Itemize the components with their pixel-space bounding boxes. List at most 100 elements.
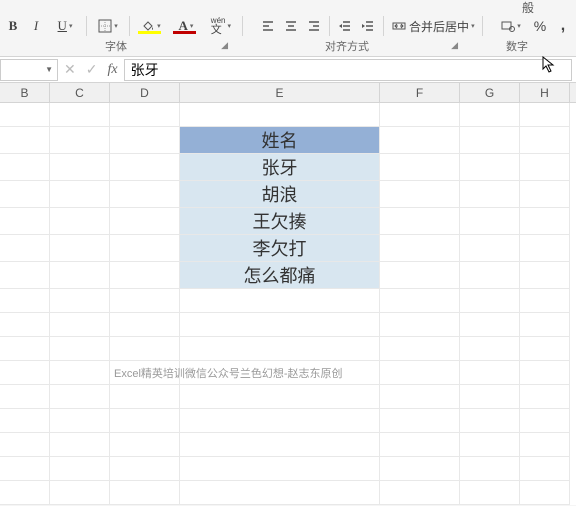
phonetic-button[interactable]: wén文▾ — [204, 15, 238, 37]
cell[interactable] — [380, 457, 460, 481]
cell[interactable] — [50, 127, 110, 154]
cell[interactable] — [520, 289, 570, 313]
col-header-G[interactable]: G — [460, 83, 520, 102]
cell[interactable] — [460, 385, 520, 409]
cell[interactable] — [380, 289, 460, 313]
cell[interactable] — [110, 262, 180, 289]
cell[interactable] — [110, 235, 180, 262]
font-color-button[interactable]: A ▾ — [169, 15, 203, 37]
cell[interactable] — [50, 457, 110, 481]
cell[interactable] — [50, 481, 110, 505]
cell[interactable] — [520, 457, 570, 481]
cell[interactable] — [180, 313, 380, 337]
cell[interactable] — [380, 154, 460, 181]
cell[interactable] — [50, 208, 110, 235]
underline-button[interactable]: U▾ — [48, 15, 82, 37]
cell[interactable] — [0, 235, 50, 262]
cell[interactable] — [0, 433, 50, 457]
cell[interactable] — [460, 409, 520, 433]
col-header-D[interactable]: D — [110, 83, 180, 102]
cell[interactable] — [380, 127, 460, 154]
cell[interactable]: 胡浪 — [180, 181, 380, 208]
cell[interactable]: 王欠揍 — [180, 208, 380, 235]
cell[interactable] — [110, 385, 180, 409]
name-box[interactable]: ▼ — [0, 59, 58, 81]
cell[interactable] — [110, 103, 180, 127]
cell[interactable] — [520, 433, 570, 457]
cell[interactable] — [460, 235, 520, 262]
number-format-button[interactable]: ▾ — [494, 15, 528, 37]
cancel-icon[interactable]: ✕ — [64, 61, 76, 78]
cell[interactable] — [50, 262, 110, 289]
cell[interactable] — [180, 385, 380, 409]
fx-icon[interactable]: fx — [107, 62, 117, 78]
cell[interactable] — [460, 433, 520, 457]
cell[interactable] — [520, 208, 570, 235]
cell[interactable] — [0, 127, 50, 154]
cell[interactable] — [460, 181, 520, 208]
cell[interactable] — [180, 409, 380, 433]
cell[interactable] — [460, 481, 520, 505]
cell[interactable] — [50, 313, 110, 337]
cell[interactable] — [110, 433, 180, 457]
cell[interactable] — [50, 385, 110, 409]
cell[interactable] — [460, 154, 520, 181]
cell[interactable] — [460, 262, 520, 289]
increase-indent-button[interactable] — [357, 15, 379, 37]
cell[interactable] — [50, 181, 110, 208]
cell[interactable]: 张牙 — [180, 154, 380, 181]
cell[interactable] — [380, 337, 460, 361]
cell[interactable] — [460, 361, 520, 385]
cell[interactable] — [380, 313, 460, 337]
align-center-button[interactable] — [280, 15, 302, 37]
font-launcher-icon[interactable]: ◢ — [221, 40, 228, 51]
cell[interactable] — [460, 127, 520, 154]
comma-button[interactable]: , — [552, 15, 574, 37]
cell[interactable] — [50, 409, 110, 433]
cell[interactable] — [460, 337, 520, 361]
cell[interactable] — [50, 154, 110, 181]
cell[interactable] — [0, 208, 50, 235]
cell[interactable] — [50, 337, 110, 361]
align-launcher-icon[interactable]: ◢ — [451, 40, 458, 51]
cell[interactable] — [180, 289, 380, 313]
cell[interactable] — [0, 103, 50, 127]
cell[interactable] — [520, 313, 570, 337]
cell[interactable] — [520, 154, 570, 181]
col-header-F[interactable]: F — [380, 83, 460, 102]
cell[interactable] — [0, 313, 50, 337]
cell[interactable] — [380, 481, 460, 505]
italic-button[interactable]: I — [25, 15, 47, 37]
cell[interactable] — [380, 385, 460, 409]
col-header-B[interactable]: B — [0, 83, 50, 102]
cell[interactable] — [380, 409, 460, 433]
cell[interactable] — [380, 235, 460, 262]
cell[interactable] — [0, 385, 50, 409]
cell[interactable] — [0, 457, 50, 481]
cell[interactable] — [0, 361, 50, 385]
cell[interactable] — [180, 457, 380, 481]
cell[interactable] — [110, 481, 180, 505]
borders-button[interactable]: ▾ — [91, 15, 125, 37]
cell[interactable] — [460, 208, 520, 235]
cell[interactable] — [380, 361, 460, 385]
cell[interactable] — [180, 481, 380, 505]
cell[interactable] — [0, 262, 50, 289]
cell[interactable] — [50, 103, 110, 127]
col-header-C[interactable]: C — [50, 83, 110, 102]
cell[interactable] — [380, 208, 460, 235]
cell[interactable] — [520, 409, 570, 433]
cell[interactable] — [50, 235, 110, 262]
cell[interactable]: 李欠打 — [180, 235, 380, 262]
cell[interactable] — [110, 289, 180, 313]
cell[interactable] — [0, 481, 50, 505]
percent-button[interactable]: % — [529, 15, 551, 37]
cell[interactable] — [180, 361, 380, 385]
cell[interactable] — [460, 289, 520, 313]
cell[interactable] — [520, 181, 570, 208]
cell[interactable] — [110, 208, 180, 235]
fill-color-button[interactable]: ▾ — [134, 15, 168, 37]
cell[interactable]: 姓名 — [180, 127, 380, 154]
cell[interactable] — [520, 235, 570, 262]
cell[interactable] — [110, 313, 180, 337]
